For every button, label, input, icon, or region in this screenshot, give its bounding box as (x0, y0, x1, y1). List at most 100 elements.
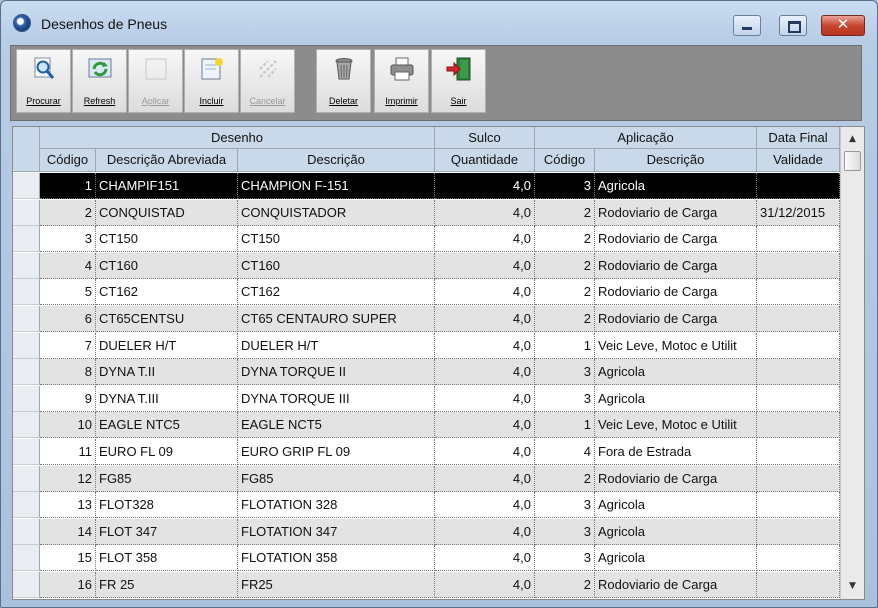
table-row[interactable]: 13 FLOT328 FLOTATION 328 4,0 3 Agricola (13, 492, 840, 519)
column-header-validade[interactable]: Validade (757, 149, 840, 172)
cell-aplicacao-codigo[interactable]: 2 (535, 306, 595, 332)
cell-quantidade[interactable]: 4,0 (435, 545, 535, 572)
cell-codigo[interactable]: 2 (40, 199, 96, 226)
cell-aplicacao-codigo[interactable]: 3 (535, 359, 595, 386)
cell-aplicacao-descricao[interactable]: Veic Leve, Motoc e Utilit (595, 412, 757, 439)
row-selector[interactable] (13, 279, 40, 306)
cell-codigo[interactable]: 16 (40, 572, 96, 598)
cell-quantidade[interactable]: 4,0 (435, 359, 535, 386)
cell-descricao[interactable]: CT160 (238, 252, 435, 279)
cell-descricao[interactable]: EURO GRIP FL 09 (238, 439, 435, 465)
table-row[interactable]: 14 FLOT 347 FLOTATION 347 4,0 3 Agricola (13, 518, 840, 545)
maximize-button[interactable] (779, 15, 807, 36)
cell-descricao-abreviada[interactable]: CT65CENTSU (96, 306, 238, 332)
cell-data-final[interactable] (757, 572, 840, 598)
cell-descricao-abreviada[interactable]: FLOT 347 (96, 518, 238, 545)
include-button[interactable]: Incluir (184, 49, 239, 113)
cell-data-final[interactable] (757, 252, 840, 279)
cell-data-final[interactable] (757, 492, 840, 519)
cell-descricao-abreviada[interactable]: CT162 (96, 279, 238, 306)
cell-descricao-abreviada[interactable]: CT150 (96, 226, 238, 253)
cell-descricao[interactable]: DYNA TORQUE III (238, 385, 435, 412)
cell-quantidade[interactable]: 4,0 (435, 572, 535, 598)
cell-aplicacao-descricao[interactable]: Rodoviario de Carga (595, 465, 757, 492)
cell-aplicacao-descricao[interactable]: Fora de Estrada (595, 439, 757, 465)
column-header-quantidade[interactable]: Quantidade (435, 149, 535, 172)
cell-aplicacao-descricao[interactable]: Rodoviario de Carga (595, 572, 757, 598)
cell-aplicacao-codigo[interactable]: 2 (535, 252, 595, 279)
cell-codigo[interactable]: 15 (40, 545, 96, 572)
cell-aplicacao-descricao[interactable]: Rodoviario de Carga (595, 306, 757, 332)
cell-aplicacao-descricao[interactable]: Agricola (595, 545, 757, 572)
cell-codigo[interactable]: 6 (40, 306, 96, 332)
cell-descricao[interactable]: DYNA TORQUE II (238, 359, 435, 386)
table-row[interactable]: 16 FR 25 FR25 4,0 2 Rodoviario de Carga (13, 572, 840, 598)
cell-aplicacao-descricao[interactable]: Rodoviario de Carga (595, 199, 757, 226)
cell-aplicacao-codigo[interactable]: 2 (535, 226, 595, 253)
row-selector[interactable] (13, 199, 40, 226)
cell-aplicacao-descricao[interactable]: Rodoviario de Carga (595, 226, 757, 253)
cell-descricao-abreviada[interactable]: EURO FL 09 (96, 439, 238, 465)
delete-button[interactable]: Deletar (316, 49, 371, 113)
refresh-button[interactable]: Refresh (72, 49, 127, 113)
cell-codigo[interactable]: 3 (40, 226, 96, 253)
apply-button[interactable]: Aplicar (128, 49, 183, 113)
cell-codigo[interactable]: 7 (40, 332, 96, 359)
cell-aplicacao-descricao[interactable]: Agricola (595, 359, 757, 386)
column-header-codigo[interactable]: Código (40, 149, 96, 172)
cell-descricao[interactable]: CT150 (238, 226, 435, 253)
cancel-button[interactable]: Cancelar (240, 49, 295, 113)
table-row[interactable]: 9 DYNA T.III DYNA TORQUE III 4,0 3 Agricola (13, 385, 840, 412)
cell-descricao[interactable]: CONQUISTADOR (238, 199, 435, 226)
row-selector[interactable] (13, 306, 40, 332)
cell-aplicacao-codigo[interactable]: 3 (535, 545, 595, 572)
exit-button[interactable]: Sair (431, 49, 486, 113)
cell-descricao-abreviada[interactable]: DYNA T.III (96, 385, 238, 412)
cell-aplicacao-codigo[interactable]: 3 (535, 518, 595, 545)
table-row[interactable]: 1 CHAMPIF151 CHAMPION F-151 4,0 3 Agricola (13, 173, 840, 199)
cell-aplicacao-codigo[interactable]: 2 (535, 465, 595, 492)
cell-data-final[interactable]: 31/12/2015 (757, 199, 840, 226)
row-selector[interactable] (13, 492, 40, 519)
cell-codigo[interactable]: 12 (40, 465, 96, 492)
cell-quantidade[interactable]: 4,0 (435, 385, 535, 412)
cell-aplicacao-descricao[interactable]: Veic Leve, Motoc e Utilit (595, 332, 757, 359)
vertical-scrollbar[interactable]: ▲ ▼ (840, 127, 864, 599)
cell-aplicacao-descricao[interactable]: Agricola (595, 492, 757, 519)
cell-aplicacao-codigo[interactable]: 2 (535, 199, 595, 226)
cell-aplicacao-codigo[interactable]: 1 (535, 412, 595, 439)
cell-aplicacao-descricao[interactable]: Agricola (595, 385, 757, 412)
table-row[interactable]: 11 EURO FL 09 EURO GRIP FL 09 4,0 4 Fora de E… (13, 439, 840, 465)
table-row[interactable]: 8 DYNA T.II DYNA TORQUE II 4,0 3 Agricola (13, 359, 840, 386)
cell-aplicacao-codigo[interactable]: 3 (535, 385, 595, 412)
cell-descricao-abreviada[interactable]: DUELER H/T (96, 332, 238, 359)
cell-codigo[interactable]: 9 (40, 385, 96, 412)
cell-quantidade[interactable]: 4,0 (435, 199, 535, 226)
cell-data-final[interactable] (757, 226, 840, 253)
cell-codigo[interactable]: 1 (40, 173, 96, 199)
cell-data-final[interactable] (757, 465, 840, 492)
cell-aplicacao-codigo[interactable]: 3 (535, 173, 595, 199)
column-header-aplicacao-codigo[interactable]: Código (535, 149, 595, 172)
cell-codigo[interactable]: 4 (40, 252, 96, 279)
cell-descricao[interactable]: DUELER H/T (238, 332, 435, 359)
cell-quantidade[interactable]: 4,0 (435, 492, 535, 519)
minimize-button[interactable] (733, 15, 761, 36)
print-button[interactable]: Imprimir (374, 49, 429, 113)
cell-aplicacao-descricao[interactable]: Rodoviario de Carga (595, 279, 757, 306)
cell-descricao[interactable]: CHAMPION F-151 (238, 173, 435, 199)
scroll-thumb[interactable] (844, 151, 861, 171)
table-row[interactable]: 4 CT160 CT160 4,0 2 Rodoviario de Carga (13, 252, 840, 279)
cell-quantidade[interactable]: 4,0 (435, 465, 535, 492)
row-selector[interactable] (13, 439, 40, 465)
table-row[interactable]: 15 FLOT 358 FLOTATION 358 4,0 3 Agricola (13, 545, 840, 572)
cell-data-final[interactable] (757, 332, 840, 359)
cell-aplicacao-descricao[interactable]: Rodoviario de Carga (595, 252, 757, 279)
row-selector[interactable] (13, 465, 40, 492)
cell-descricao-abreviada[interactable]: DYNA T.II (96, 359, 238, 386)
cell-data-final[interactable] (757, 518, 840, 545)
cell-quantidade[interactable]: 4,0 (435, 252, 535, 279)
cell-descricao[interactable]: FLOTATION 358 (238, 545, 435, 572)
cell-data-final[interactable] (757, 412, 840, 439)
row-selector[interactable] (13, 572, 40, 598)
